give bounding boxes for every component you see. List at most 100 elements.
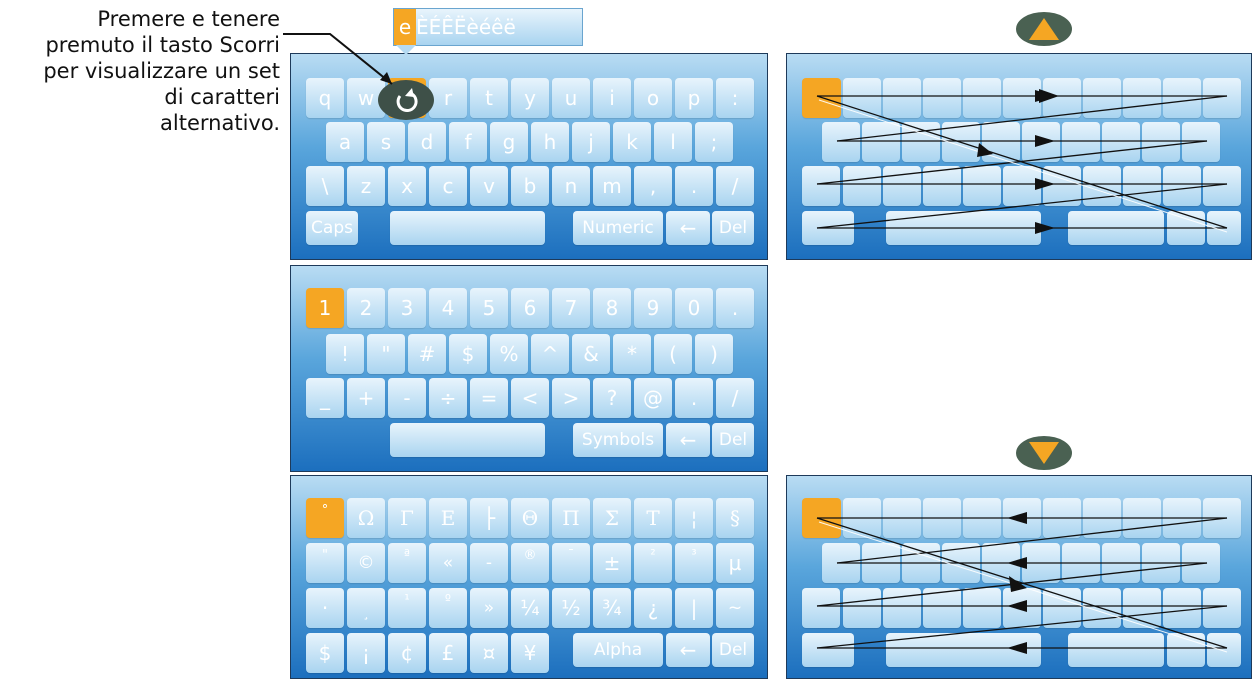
space-key[interactable] [390, 423, 545, 457]
popup-alternate-chars[interactable]: ÈÉÊËèéêë [416, 15, 516, 39]
symbols-mode-key[interactable]: Symbols [573, 423, 663, 457]
key[interactable]: i [593, 78, 631, 118]
key[interactable]: ) [695, 334, 733, 374]
arrow-up-button[interactable] [1016, 12, 1072, 46]
key[interactable]: ª [388, 543, 426, 583]
key[interactable]: ½ [552, 588, 590, 628]
key[interactable]: 5 [470, 288, 508, 328]
key[interactable]: ¦ [675, 498, 713, 538]
key[interactable]: ÷ [429, 378, 467, 418]
key[interactable]: ! [326, 334, 364, 374]
key[interactable]: § [716, 498, 754, 538]
key[interactable]: 4 [429, 288, 467, 328]
key[interactable]: x [388, 166, 426, 206]
key[interactable]: _ [306, 378, 344, 418]
key[interactable]: º [429, 588, 467, 628]
alpha-mode-key[interactable]: Alpha [573, 633, 663, 667]
key-highlighted[interactable]: 1 [306, 288, 344, 328]
key[interactable]: < [511, 378, 549, 418]
key[interactable]: ¡ [347, 633, 385, 673]
key[interactable]: ± [593, 543, 631, 583]
key-highlighted[interactable]: ° [306, 498, 344, 538]
key[interactable]: £ [429, 633, 467, 673]
key[interactable]: ¤ [470, 633, 508, 673]
key[interactable]: j [572, 122, 610, 162]
key[interactable]: s [367, 122, 405, 162]
key[interactable]: b [511, 166, 549, 206]
key[interactable]: + [347, 378, 385, 418]
key[interactable]: . [716, 288, 754, 328]
key[interactable]: = [470, 378, 508, 418]
key[interactable]: ² [634, 543, 672, 583]
key[interactable]: 7 [552, 288, 590, 328]
key[interactable]: " [367, 334, 405, 374]
key[interactable]: Σ [593, 498, 631, 538]
key[interactable]: Ω [347, 498, 385, 538]
backspace-key[interactable]: ← [666, 211, 710, 245]
backspace-key[interactable]: ← [666, 423, 710, 457]
key[interactable]: Π [552, 498, 590, 538]
numeric-mode-key[interactable]: Numeric [573, 211, 663, 245]
key[interactable]: . [675, 166, 713, 206]
key[interactable]: ¹ [388, 588, 426, 628]
key[interactable]: Γ [388, 498, 426, 538]
key[interactable]: 9 [634, 288, 672, 328]
key[interactable]: ® [511, 543, 549, 583]
scroll-button[interactable] [378, 80, 434, 120]
key[interactable]: - [470, 543, 508, 583]
key[interactable]: Ε [429, 498, 467, 538]
caps-key[interactable]: Caps [306, 211, 358, 245]
key[interactable]: > [552, 378, 590, 418]
key[interactable]: z [347, 166, 385, 206]
key[interactable]: q [306, 78, 344, 118]
key[interactable]: 3 [388, 288, 426, 328]
key[interactable]: o [634, 78, 672, 118]
key[interactable]: / [716, 166, 754, 206]
backspace-key[interactable]: ← [666, 633, 710, 667]
key[interactable]: ; [695, 122, 733, 162]
delete-key[interactable]: Del [712, 423, 754, 457]
key[interactable]: µ [716, 543, 754, 583]
key[interactable]: © [347, 543, 385, 583]
key[interactable]: ¿ [634, 588, 672, 628]
key[interactable]: " [306, 543, 344, 583]
key[interactable]: ¾ [593, 588, 631, 628]
key[interactable]: Τ [634, 498, 672, 538]
key[interactable]: 2 [347, 288, 385, 328]
key[interactable]: . [675, 378, 713, 418]
key[interactable]: r [429, 78, 467, 118]
key[interactable]: # [408, 334, 446, 374]
key[interactable]: ( [654, 334, 692, 374]
key[interactable]: ¼ [511, 588, 549, 628]
key[interactable]: c [429, 166, 467, 206]
key[interactable]: , [634, 166, 672, 206]
key[interactable]: ~ [716, 588, 754, 628]
key[interactable]: h [531, 122, 569, 162]
key[interactable]: y [511, 78, 549, 118]
key[interactable]: / [716, 378, 754, 418]
key[interactable]: « [429, 543, 467, 583]
space-key[interactable] [390, 211, 545, 245]
key[interactable]: $ [449, 334, 487, 374]
key[interactable]: t [470, 78, 508, 118]
key[interactable]: & [572, 334, 610, 374]
key[interactable]: @ [634, 378, 672, 418]
delete-key[interactable]: Del [712, 211, 754, 245]
key[interactable]: 8 [593, 288, 631, 328]
key[interactable]: g [490, 122, 528, 162]
key[interactable]: \ [306, 166, 344, 206]
key[interactable]: | [675, 588, 713, 628]
key[interactable]: * [613, 334, 651, 374]
key[interactable]: · [306, 588, 344, 628]
key[interactable]: ¸ [347, 588, 385, 628]
key[interactable]: m [593, 166, 631, 206]
key[interactable]: ¯ [552, 543, 590, 583]
key[interactable]: f [449, 122, 487, 162]
key[interactable]: 0 [675, 288, 713, 328]
arrow-down-button[interactable] [1016, 436, 1072, 470]
key[interactable]: d [408, 122, 446, 162]
alternate-characters-popup[interactable]: e ÈÉÊËèéêë [393, 8, 583, 46]
key[interactable]: a [326, 122, 364, 162]
popup-selected-char[interactable]: e [394, 9, 416, 45]
key[interactable]: v [470, 166, 508, 206]
